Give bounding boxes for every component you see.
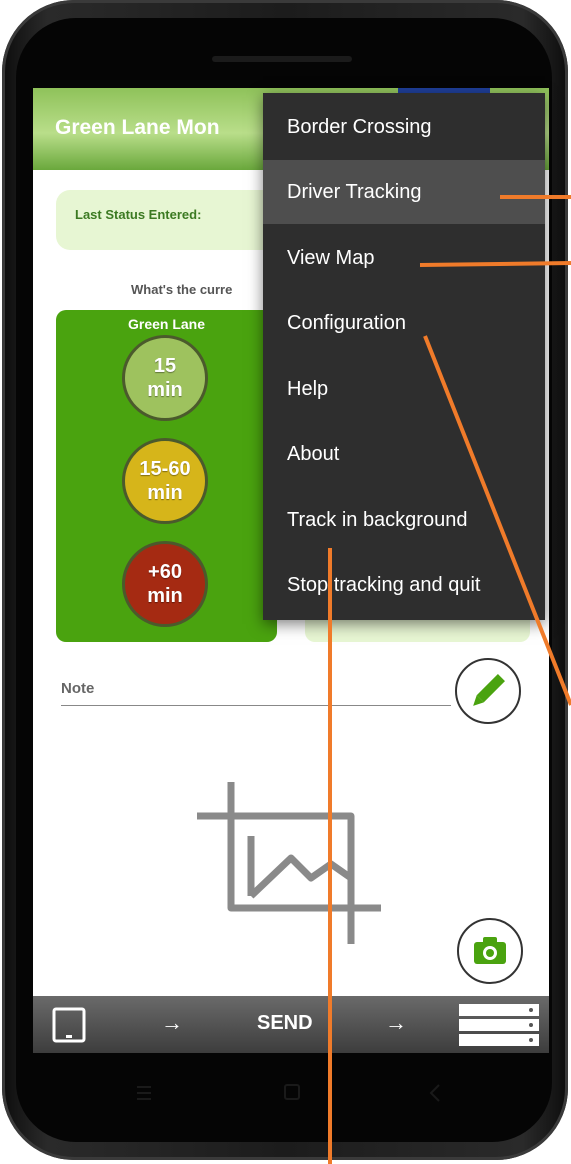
callout-line bbox=[419, 261, 571, 267]
callout-line bbox=[423, 335, 571, 706]
callout-lines bbox=[328, 195, 571, 1164]
